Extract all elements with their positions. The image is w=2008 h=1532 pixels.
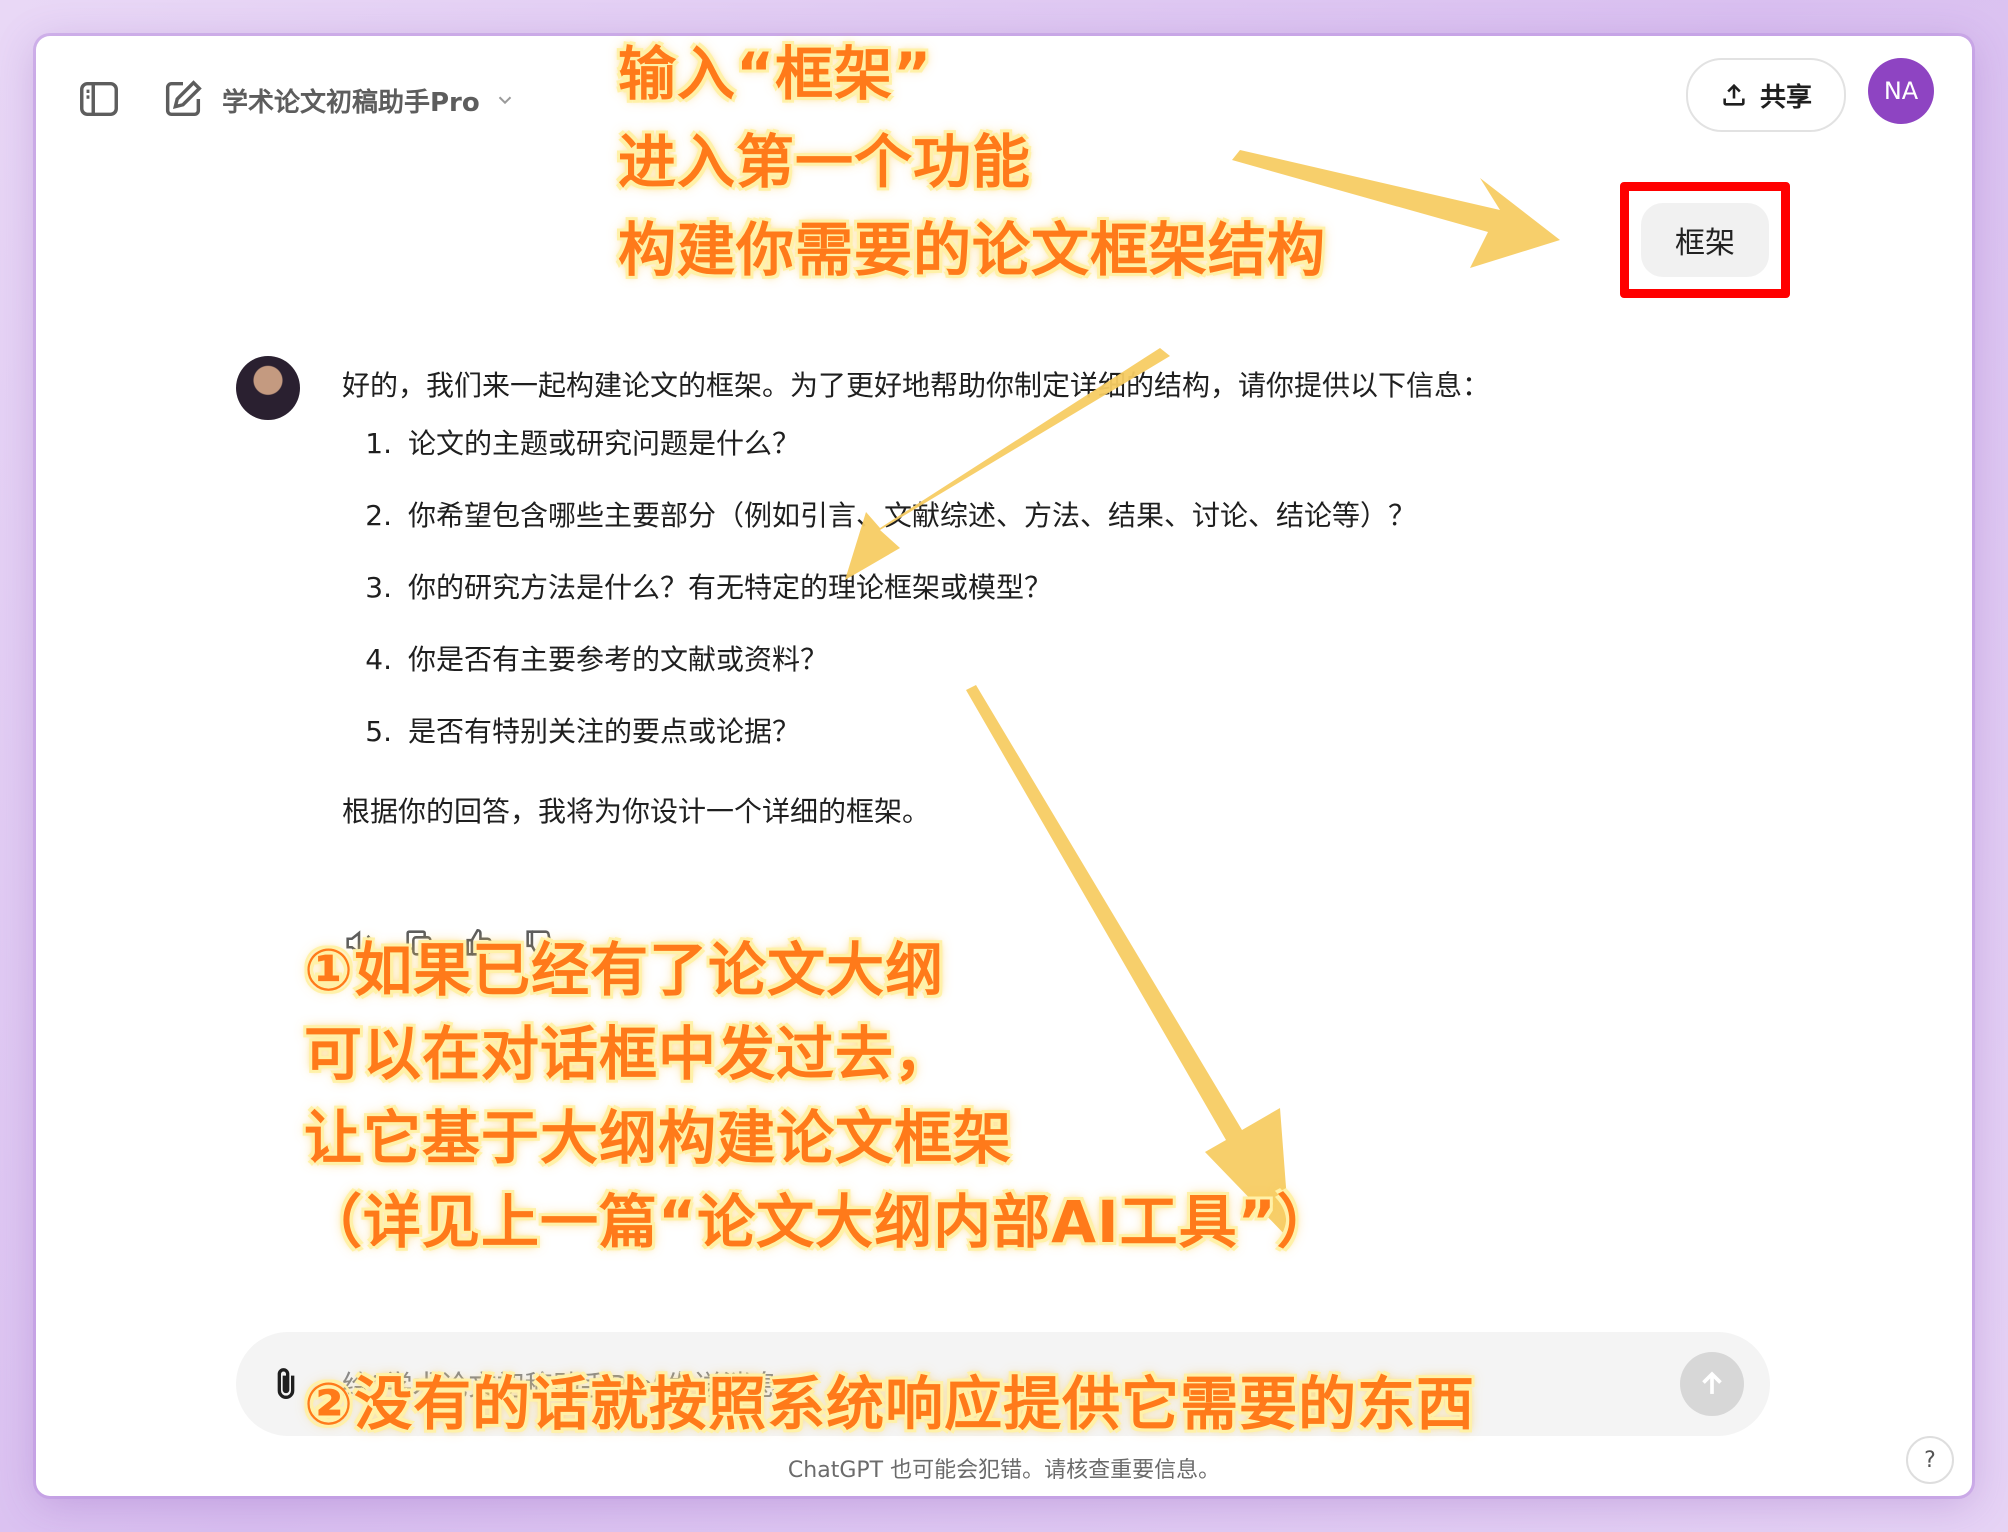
annotation-top: 输入“框架” 进入第一个功能 构建你需要的论文框架结构 xyxy=(618,30,1326,294)
annotation-line: ②没有的话就按照系统响应提供它需要的东西 xyxy=(304,1370,1476,1438)
list-text: 论文的主题或研究问题是什么？ xyxy=(408,427,801,460)
help-label: ? xyxy=(1924,1447,1936,1473)
user-initials: NA xyxy=(1883,77,1919,105)
disclaimer-text: ChatGPT 也可能会犯错。请核查重要信息。 xyxy=(787,1458,1221,1483)
share-label: 共享 xyxy=(1759,82,1812,113)
assistant-message: 好的，我们来一起构建论文的框架。为了更好地帮助你制定详细的结构，请你提供以下信息… xyxy=(342,366,1762,832)
upload-icon xyxy=(1723,83,1745,106)
annotation-bottom: ②没有的话就按照系统响应提供它需要的东西 xyxy=(304,1362,1475,1446)
arrow-up-icon xyxy=(1702,1371,1722,1394)
gpt-selector[interactable]: 学术论文初稿助手Pro xyxy=(222,80,516,120)
highlight-box: 框架 xyxy=(1620,182,1790,298)
help-button[interactable]: ? xyxy=(1906,1436,1954,1484)
gpt-name: 学术论文初稿助手Pro xyxy=(222,87,480,118)
list-text: 你的研究方法是什么？有无特定的理论框架或模型？ xyxy=(408,571,1053,604)
assistant-avatar xyxy=(236,356,300,420)
annotation-line: 输入“框架” xyxy=(618,40,933,108)
send-button[interactable] xyxy=(1680,1352,1744,1416)
user-message-text: 框架 xyxy=(1675,226,1735,261)
list-item: 1. 论文的主题或研究问题是什么？ xyxy=(342,424,1762,464)
user-message-bubble: 框架 xyxy=(1641,203,1769,277)
annotation-middle: ①如果已经有了论文大纲 可以在对话框中发过去， 让它基于大纲构建论文框架 （详见… xyxy=(304,928,1336,1264)
message-intro: 好的，我们来一起构建论文的框架。为了更好地帮助你制定详细的结构，请你提供以下信息… xyxy=(342,369,1491,402)
message-outro: 根据你的回答，我将为你设计一个详细的框架。 xyxy=(342,795,931,828)
list-text: 你是否有主要参考的文献或资料？ xyxy=(408,643,829,676)
list-number: 5. xyxy=(365,715,392,748)
list-item: 2. 你希望包含哪些主要部分（例如引言、文献综述、方法、结果、讨论、结论等）？ xyxy=(342,496,1762,536)
annotation-line: ①如果已经有了论文大纲 xyxy=(304,936,945,1004)
list-number: 3. xyxy=(365,571,392,604)
user-avatar[interactable]: NA xyxy=(1868,58,1934,124)
list-text: 你希望包含哪些主要部分（例如引言、文献综述、方法、结果、讨论、结论等）？ xyxy=(408,499,1417,532)
annotation-line: 让它基于大纲构建论文框架 xyxy=(304,1104,1013,1172)
annotation-line: 进入第一个功能 xyxy=(618,128,1032,196)
list-item: 5. 是否有特别关注的要点或论据？ xyxy=(342,712,1762,752)
paperclip-icon[interactable] xyxy=(266,1362,306,1406)
question-list: 1. 论文的主题或研究问题是什么？ 2. 你希望包含哪些主要部分（例如引言、文献综述… xyxy=(342,424,1762,752)
sidebar-toggle-icon[interactable] xyxy=(76,76,122,122)
list-number: 1. xyxy=(365,427,392,460)
annotation-line: 构建你需要的论文框架结构 xyxy=(618,216,1327,284)
list-text: 是否有特别关注的要点或论据？ xyxy=(408,715,801,748)
annotation-line: 可以在对话框中发过去， xyxy=(304,1020,954,1088)
list-item: 3. 你的研究方法是什么？有无特定的理论框架或模型？ xyxy=(342,568,1762,608)
list-number: 4. xyxy=(365,643,392,676)
annotation-line: （详见上一篇“论文大纲内部AI工具”） xyxy=(304,1188,1336,1256)
share-button[interactable]: 共享 xyxy=(1686,58,1846,132)
list-item: 4. 你是否有主要参考的文献或资料？ xyxy=(342,640,1762,680)
list-number: 2. xyxy=(365,499,392,532)
new-chat-icon[interactable] xyxy=(160,76,206,122)
chevron-down-icon xyxy=(498,96,511,105)
